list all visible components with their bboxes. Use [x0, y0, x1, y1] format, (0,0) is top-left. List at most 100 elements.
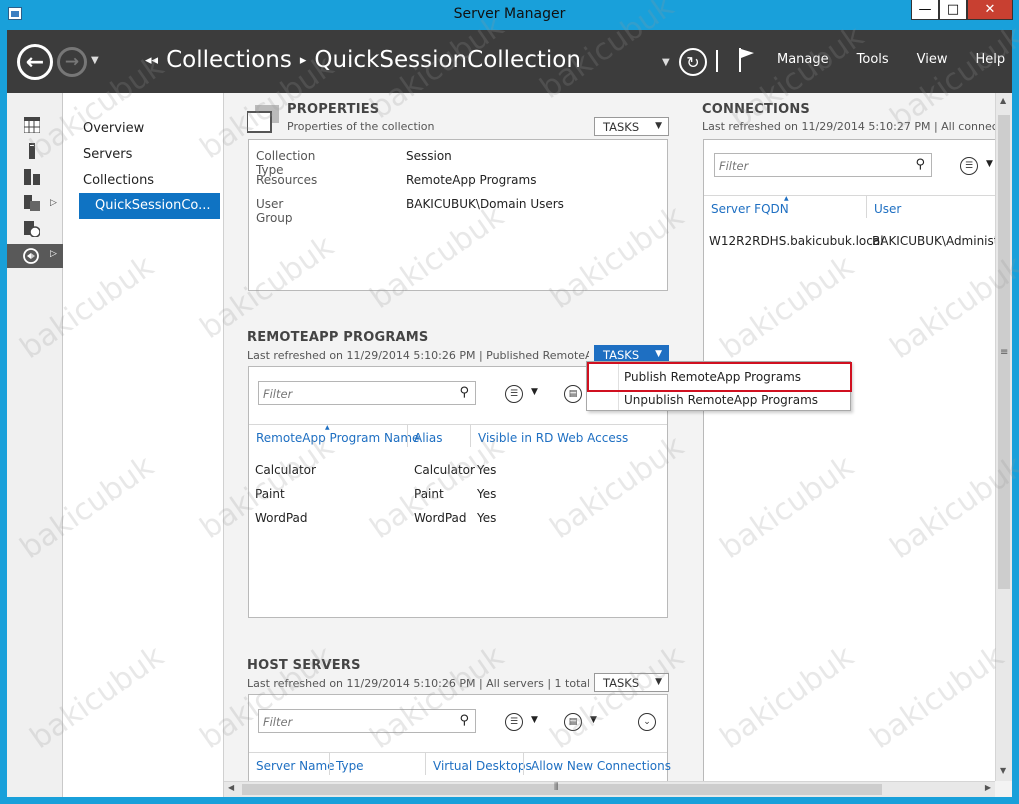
- nav-item-overview[interactable]: Overview: [83, 121, 144, 136]
- horizontal-scrollbar[interactable]: ◀ ⦀ ▶: [224, 781, 995, 797]
- column-divider[interactable]: [866, 196, 867, 218]
- properties-tasks-button[interactable]: TASKS ▼: [594, 117, 669, 136]
- nav-item-quicksessioncollection[interactable]: QuickSessionCo...: [79, 193, 220, 219]
- menu-manage[interactable]: Manage: [777, 52, 829, 67]
- filter-placeholder: Filter: [263, 387, 293, 401]
- list-options-dropdown-icon[interactable]: ▼: [531, 387, 538, 397]
- search-icon[interactable]: ⚲: [459, 385, 469, 400]
- remote-desktop-services-rail-item[interactable]: ▷: [7, 244, 63, 268]
- list-options-dropdown-icon[interactable]: ▼: [986, 159, 993, 169]
- rds-expand-icon[interactable]: ▷: [50, 249, 57, 259]
- file-storage-expand-icon[interactable]: ▷: [50, 198, 57, 208]
- filter-placeholder: Filter: [719, 159, 749, 173]
- column-divider[interactable]: [523, 753, 524, 775]
- list-options-icon[interactable]: ☰: [505, 385, 523, 403]
- expand-section-icon[interactable]: ⌄: [638, 713, 656, 731]
- column-divider[interactable]: [425, 753, 426, 775]
- property-value: BAKICUBUK\Domain Users: [406, 197, 564, 211]
- nav-item-servers[interactable]: Servers: [83, 147, 132, 162]
- menu-item-unpublish-remoteapp[interactable]: Unpublish RemoteApp Programs: [624, 393, 818, 407]
- breadcrumb-quicksessioncollection[interactable]: QuickSessionCollection: [314, 47, 581, 73]
- breadcrumb-separator-icon: ▸: [299, 52, 307, 68]
- breadcrumb-collections[interactable]: Collections: [166, 47, 292, 73]
- chevron-down-icon: ▼: [655, 677, 662, 687]
- cell-program-name: Calculator: [255, 463, 316, 477]
- history-dropdown-icon[interactable]: ▼: [91, 55, 99, 66]
- notifications-flag-icon[interactable]: [737, 47, 757, 73]
- column-header-allow-new-connections[interactable]: Allow New Connections: [531, 759, 671, 773]
- remoteapp-tasks-label: TASKS: [603, 348, 640, 362]
- property-key: Resources: [256, 173, 318, 187]
- list-options-icon[interactable]: ☰: [505, 713, 523, 731]
- nav-item-collections[interactable]: Collections: [83, 173, 154, 188]
- menu-item-publish-remoteapp[interactable]: Publish RemoteApp Programs: [624, 370, 801, 384]
- column-divider[interactable]: [407, 425, 408, 447]
- minimize-button[interactable]: —: [911, 0, 939, 20]
- scroll-down-icon[interactable]: ▼: [1000, 766, 1006, 775]
- scroll-left-icon[interactable]: ◀: [228, 783, 234, 792]
- list-options-dropdown-icon[interactable]: ▼: [531, 715, 538, 725]
- host-servers-tasks-button[interactable]: TASKS ▼: [594, 673, 669, 692]
- connections-column: CONNECTIONS Last refreshed on 11/29/2014…: [699, 93, 1012, 797]
- menu-tools[interactable]: Tools: [857, 52, 889, 67]
- breadcrumb-dropdown-icon[interactable]: ▼: [662, 57, 670, 68]
- column-header-server-name[interactable]: Server Name: [256, 759, 335, 773]
- property-value: Session: [406, 149, 452, 163]
- breadcrumb-root-icon[interactable]: ◂◂: [145, 53, 158, 68]
- column-header-visible-in-rd-web[interactable]: Visible in RD Web Access: [478, 431, 628, 445]
- header-divider: [716, 50, 718, 72]
- host-servers-filter-input[interactable]: Filter ⚲: [258, 709, 476, 733]
- maximize-button[interactable]: □: [939, 0, 967, 20]
- search-icon[interactable]: ⚲: [459, 713, 469, 728]
- breadcrumb: ◂◂ Collections ▸ QuickSessionCollection: [137, 47, 581, 73]
- forward-button[interactable]: →: [57, 47, 87, 77]
- left-icon-rail: ▷ ▷: [7, 93, 63, 797]
- dashboard-icon[interactable]: [24, 117, 40, 133]
- column-header-alias[interactable]: Alias: [414, 431, 442, 445]
- local-server-icon[interactable]: [24, 143, 40, 159]
- rds-navigation: Overview Servers Collections QuickSessio…: [63, 93, 224, 797]
- scroll-right-icon[interactable]: ▶: [985, 783, 991, 792]
- all-servers-icon[interactable]: [24, 169, 40, 185]
- back-button[interactable]: ←: [17, 44, 53, 80]
- menu-view[interactable]: View: [917, 52, 948, 67]
- column-header-program-name[interactable]: RemoteApp Program Name: [256, 431, 419, 445]
- column-header-server-fqdn[interactable]: Server FQDN: [711, 202, 789, 216]
- window-title: Server Manager: [453, 6, 566, 22]
- remoteapp-tasks-menu: Publish RemoteApp Programs Unpublish Rem…: [586, 361, 852, 411]
- search-icon[interactable]: ⚲: [915, 157, 925, 172]
- save-query-dropdown-icon[interactable]: ▼: [590, 715, 597, 725]
- title-bar: Server Manager — □ ✕: [0, 0, 1019, 30]
- column-header-user[interactable]: User: [874, 202, 901, 216]
- iis-icon[interactable]: [24, 221, 40, 237]
- file-storage-icon[interactable]: [24, 195, 40, 211]
- properties-title: PROPERTIES: [287, 102, 380, 117]
- header-divider: [249, 424, 667, 425]
- header-divider: [249, 752, 667, 753]
- remote-desktop-services-icon: [23, 248, 39, 264]
- column-header-type[interactable]: Type: [336, 759, 364, 773]
- chevron-down-icon: ▼: [655, 349, 662, 359]
- connections-panel: Filter ⚲ ☰ ▼ ▲ Server FQDN User W12R2RDH…: [703, 139, 1011, 781]
- cell-server-fqdn: W12R2RDHS.bakicubuk.local: [709, 234, 884, 248]
- cell-user: BAKICUBUK\Administra: [872, 234, 1011, 248]
- scroll-up-icon[interactable]: ▲: [1000, 96, 1006, 105]
- list-options-icon[interactable]: ☰: [960, 157, 978, 175]
- remoteapp-title: REMOTEAPP PROGRAMS: [247, 330, 429, 345]
- cell-program-name: WordPad: [255, 511, 308, 525]
- column-divider[interactable]: [329, 753, 330, 775]
- refresh-button[interactable]: ↻: [679, 48, 707, 76]
- connections-filter-input[interactable]: Filter ⚲: [714, 153, 932, 177]
- save-query-icon[interactable]: ▤: [564, 385, 582, 403]
- column-divider[interactable]: [470, 425, 471, 447]
- server-manager-window: Server Manager — □ ✕ ← → ▼ ◂◂ Collection…: [0, 0, 1019, 804]
- chevron-down-icon: ▼: [655, 121, 662, 131]
- horizontal-scroll-thumb[interactable]: [242, 784, 882, 795]
- vertical-scrollbar[interactable]: ▲ ≡ ▼: [995, 93, 1012, 781]
- close-button[interactable]: ✕: [967, 0, 1013, 20]
- remoteapp-filter-input[interactable]: Filter ⚲: [258, 381, 476, 405]
- save-query-icon[interactable]: ▤: [564, 713, 582, 731]
- menu-help[interactable]: Help: [976, 52, 1006, 67]
- column-header-virtual-desktops[interactable]: Virtual Desktops: [433, 759, 532, 773]
- properties-tasks-label: TASKS: [603, 120, 640, 134]
